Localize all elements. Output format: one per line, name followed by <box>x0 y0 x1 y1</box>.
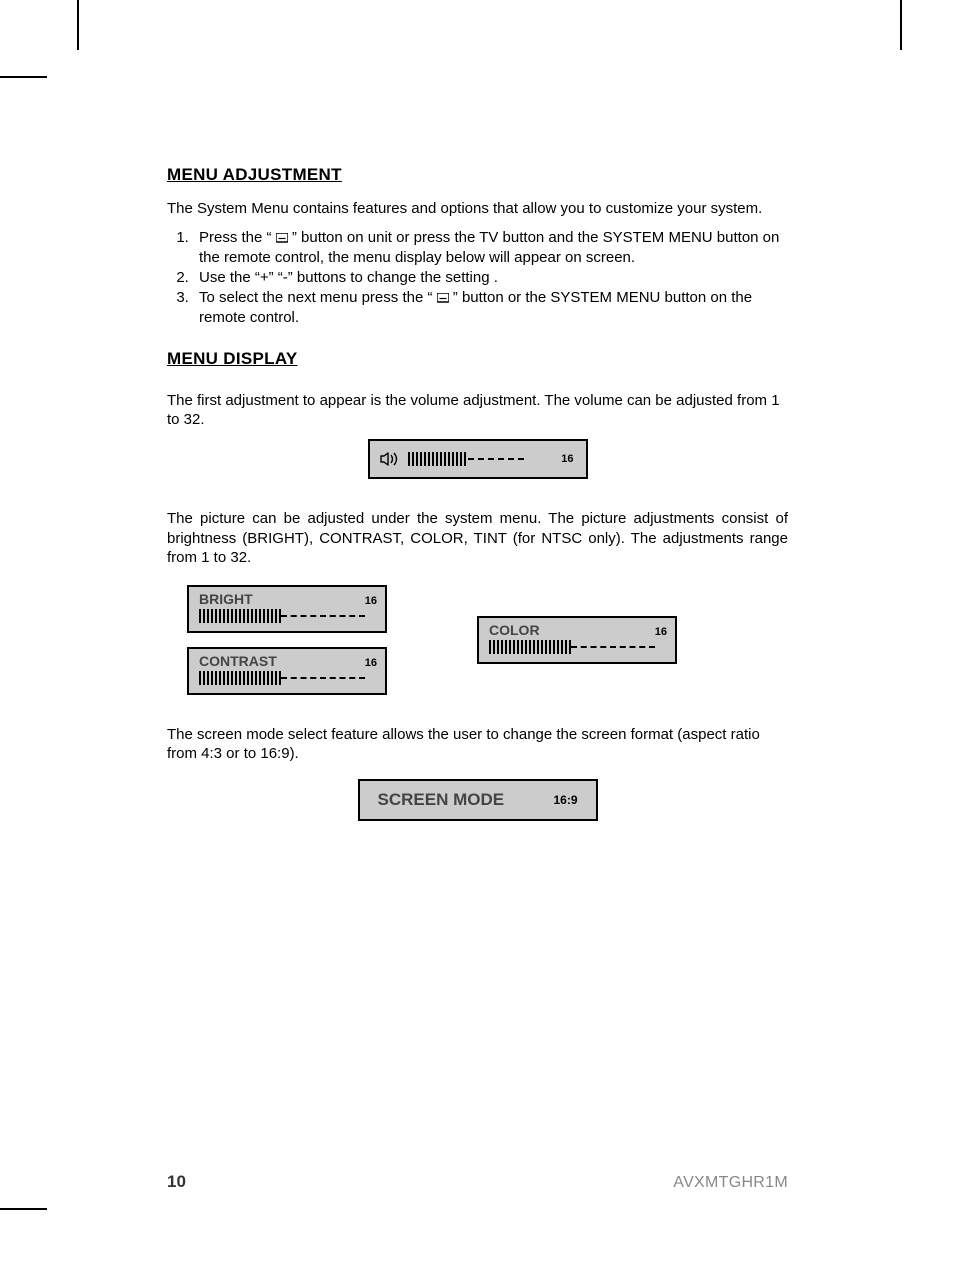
heading-menu-display: MENU DISPLAY <box>167 349 788 369</box>
bright-value: 16 <box>365 595 377 607</box>
color-label: COLOR <box>489 622 540 638</box>
heading-menu-adjustment: MENU ADJUSTMENT <box>167 165 788 185</box>
bright-osd-box: BRIGHT 16 <box>187 585 387 633</box>
step-3-text-a: To select the next menu press the “ <box>199 289 437 306</box>
screen-mode-label: SCREEN MODE <box>378 790 505 810</box>
step-1: Press the “ ” button on unit or press th… <box>193 228 788 267</box>
volume-slider <box>408 452 524 466</box>
intro-paragraph: The System Menu contains features and op… <box>167 199 788 218</box>
step-2: Use the “+” “-” buttons to change the se… <box>193 268 788 287</box>
color-osd-box: COLOR 16 <box>477 616 677 664</box>
contrast-slider <box>199 671 377 685</box>
menu-icon <box>276 229 288 248</box>
volume-paragraph: The first adjustment to appear is the vo… <box>167 391 788 429</box>
color-slider <box>489 640 667 654</box>
screen-mode-value: 16:9 <box>553 793 577 807</box>
speaker-icon <box>380 451 400 467</box>
picture-paragraph: The picture can be adjusted under the sy… <box>167 509 788 567</box>
contrast-value: 16 <box>365 657 377 669</box>
step-1-text-a: Press the “ <box>199 229 276 246</box>
bright-label: BRIGHT <box>199 591 253 607</box>
screen-paragraph: The screen mode select feature allows th… <box>167 725 788 763</box>
page-number: 10 <box>167 1172 186 1192</box>
contrast-label: CONTRAST <box>199 653 277 669</box>
contrast-osd-box: CONTRAST 16 <box>187 647 387 695</box>
model-number: AVXMTGHR1M <box>673 1174 788 1192</box>
color-value: 16 <box>655 626 667 638</box>
volume-value: 16 <box>561 453 573 465</box>
screen-mode-osd-box: SCREEN MODE 16:9 <box>358 779 598 821</box>
bright-slider <box>199 609 377 623</box>
step-3: To select the next menu press the “ ” bu… <box>193 288 788 327</box>
menu-icon <box>437 289 449 308</box>
volume-osd-box: 16 <box>368 439 588 479</box>
